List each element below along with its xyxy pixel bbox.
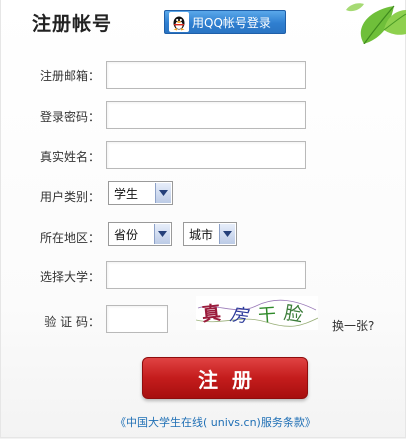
password-input[interactable] (106, 101, 306, 129)
university-label: 选择大学： (39, 270, 100, 284)
svg-text:脸: 脸 (282, 302, 305, 327)
qq-penguin-icon (169, 12, 189, 32)
register-button[interactable]: 注册 (142, 357, 308, 399)
realname-input[interactable] (106, 141, 306, 169)
qq-login-label: 用QQ帐号登录 (192, 15, 271, 30)
qq-login-button[interactable]: 用QQ帐号登录 (164, 10, 286, 34)
province-select[interactable]: 省份 (108, 222, 172, 246)
realname-label: 真实姓名： (39, 150, 100, 164)
chevron-down-icon[interactable] (155, 183, 171, 203)
email-input[interactable] (106, 61, 306, 89)
svg-text:干: 干 (257, 304, 276, 326)
city-select[interactable]: 城市 (183, 222, 237, 246)
region-label: 所在地区： (39, 231, 100, 245)
usertype-select[interactable]: 学生 (108, 181, 173, 205)
province-selected-value: 省份 (114, 227, 139, 242)
city-selected-value: 城市 (189, 227, 214, 242)
chevron-down-icon[interactable] (154, 224, 170, 244)
captcha-image: 真 房 干 脸 (196, 296, 318, 330)
captcha-input[interactable] (106, 305, 168, 333)
terms-link[interactable]: 《中国大学生在线( univs.cn)服务条款》 (115, 414, 316, 430)
university-input[interactable] (106, 261, 306, 289)
svg-text:真: 真 (201, 301, 222, 326)
page-title: 注册帐号 (32, 13, 113, 35)
usertype-selected-value: 学生 (114, 186, 139, 201)
password-label: 登录密码： (39, 110, 100, 124)
email-label: 注册邮箱： (39, 69, 100, 83)
change-captcha-link[interactable]: 换一张? (332, 317, 374, 334)
usertype-label: 用户类别： (39, 190, 100, 204)
chevron-down-icon[interactable] (219, 224, 235, 244)
leaf-decoration-icon (346, 3, 406, 44)
captcha-label: 验 证 码： (44, 315, 100, 329)
